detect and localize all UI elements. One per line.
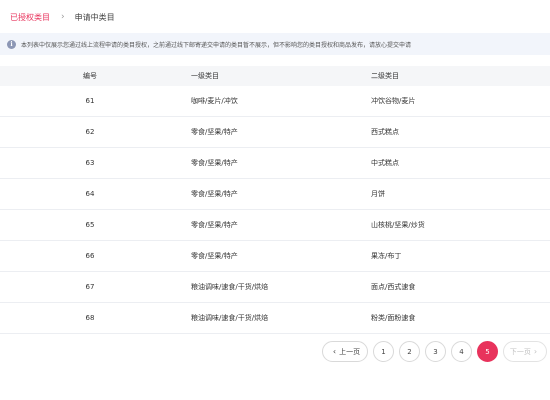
cell-secondary-category: 西式糕点 bbox=[371, 128, 399, 136]
cell-secondary-category: 月饼 bbox=[371, 190, 385, 198]
notice-bar: i 本列表中仅展示您通过线上流程申请的类目授权，之前通过线下邮寄递交申请的类目暂… bbox=[0, 33, 550, 55]
cell-secondary-category: 粉类/面粉速食 bbox=[371, 314, 416, 322]
next-page-label: 下一页 bbox=[509, 347, 531, 356]
cell-primary-category: 零食/坚果/特产 bbox=[191, 128, 238, 136]
table-row: 64 零食/坚果/特产 月饼 bbox=[0, 179, 550, 210]
table-header: 编号 一级类目 二级类目 bbox=[0, 66, 550, 86]
category-table: 编号 一级类目 二级类目 61 咖啡/麦片/冲饮 冲饮谷物/麦片 62 零食/坚果/特产… bbox=[0, 66, 550, 334]
table-row: 65 零食/坚果/特产 山核桃/坚果/炒货 bbox=[0, 210, 550, 241]
table-body: 61 咖啡/麦片/冲饮 冲饮谷物/麦片 62 零食/坚果/特产 西式糕点 63 零食/坚果/特… bbox=[0, 86, 550, 334]
breadcrumb-pending-categories: 申请中类目 bbox=[74, 12, 115, 22]
cell-id: 62 bbox=[85, 128, 95, 136]
cell-id: 65 bbox=[85, 221, 95, 229]
breadcrumb-authorized-categories[interactable]: 已授权类目 bbox=[10, 12, 50, 23]
table-row: 68 粮油调味/速食/干货/烘焙 粉类/面粉速食 bbox=[0, 303, 550, 334]
chevron-right-icon: › bbox=[533, 346, 538, 356]
info-icon: i bbox=[7, 39, 16, 49]
cell-id: 61 bbox=[85, 97, 95, 105]
cell-secondary-category: 果冻/布丁 bbox=[371, 252, 402, 260]
cell-primary-category: 粮油调味/速食/干货/烘焙 bbox=[191, 283, 269, 291]
cell-primary-category: 咖啡/麦片/冲饮 bbox=[191, 97, 238, 105]
next-page-button[interactable]: 下一页 › bbox=[503, 341, 547, 362]
cell-primary-category: 零食/坚果/特产 bbox=[191, 221, 238, 229]
cell-primary-category: 零食/坚果/特产 bbox=[191, 252, 238, 260]
page-button-1[interactable]: 1 bbox=[373, 341, 394, 362]
cell-secondary-category: 面点/西式速食 bbox=[371, 283, 416, 291]
cell-secondary-category: 冲饮谷物/麦片 bbox=[371, 97, 416, 105]
prev-page-button[interactable]: ‹ 上一页 bbox=[322, 341, 368, 362]
cell-id: 68 bbox=[85, 314, 95, 322]
cell-id: 63 bbox=[85, 159, 95, 167]
cell-secondary-category: 中式糕点 bbox=[371, 159, 399, 167]
chevron-left-icon: ‹ bbox=[332, 346, 337, 356]
page-button-3[interactable]: 3 bbox=[425, 341, 446, 362]
table-row: 61 咖啡/麦片/冲饮 冲饮谷物/麦片 bbox=[0, 86, 550, 117]
notice-text: 本列表中仅展示您通过线上流程申请的类目授权，之前通过线下邮寄递交申请的类目暂不展… bbox=[21, 41, 412, 49]
breadcrumb-separator-icon: › bbox=[61, 11, 65, 22]
table-row: 63 零食/坚果/特产 中式糕点 bbox=[0, 148, 550, 179]
page-numbers: 12345 bbox=[373, 341, 503, 362]
page-button-4[interactable]: 4 bbox=[451, 341, 472, 362]
table-row: 67 粮油调味/速食/干货/烘焙 面点/西式速食 bbox=[0, 272, 550, 303]
cell-id: 66 bbox=[85, 252, 95, 260]
pagination: ‹ 上一页 12345 下一页 › bbox=[322, 341, 547, 362]
header-primary-category: 一级类目 bbox=[191, 72, 219, 80]
cell-primary-category: 零食/坚果/特产 bbox=[191, 159, 238, 167]
header-id: 编号 bbox=[83, 72, 97, 80]
cell-id: 67 bbox=[85, 283, 95, 291]
cell-secondary-category: 山核桃/坚果/炒货 bbox=[371, 221, 425, 229]
cell-primary-category: 零食/坚果/特产 bbox=[191, 190, 238, 198]
header-secondary-category: 二级类目 bbox=[371, 72, 399, 80]
cell-primary-category: 粮油调味/速食/干货/烘焙 bbox=[191, 314, 269, 322]
table-row: 66 零食/坚果/特产 果冻/布丁 bbox=[0, 241, 550, 272]
prev-page-label: 上一页 bbox=[339, 347, 361, 356]
page-button-5[interactable]: 5 bbox=[477, 341, 498, 362]
breadcrumb: 已授权类目 › 申请中类目 bbox=[10, 9, 115, 25]
table-row: 62 零食/坚果/特产 西式糕点 bbox=[0, 117, 550, 148]
cell-id: 64 bbox=[85, 190, 95, 198]
page-button-2[interactable]: 2 bbox=[399, 341, 420, 362]
